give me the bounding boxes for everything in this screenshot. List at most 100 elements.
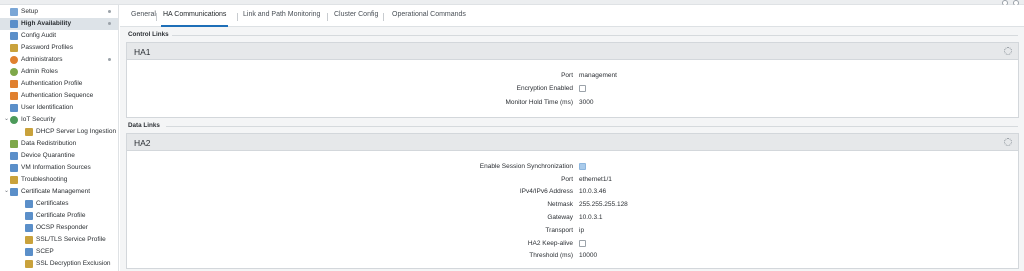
ha2-panel: HA2 Enable Session Synchronization Port … xyxy=(126,133,1019,269)
sidebar-item-label: SCEP xyxy=(36,248,54,256)
ha2-keep-alive-checkbox[interactable] xyxy=(579,240,586,247)
ha1-encryption-label: Encryption Enabled xyxy=(516,85,573,92)
ha1-panel-header: HA1 xyxy=(127,43,1018,60)
sidebar-item-label: SSL Decryption Exclusion xyxy=(36,260,111,268)
ocsp-responder-icon xyxy=(25,223,33,232)
data-links-section-label: Data Links xyxy=(128,122,160,129)
device-sidebar: Setup High Availability Config Audit Pas… xyxy=(0,5,119,271)
sidebar-item-data-redistribution[interactable]: Data Redistribution xyxy=(0,138,118,150)
iot-security-icon xyxy=(10,115,18,124)
setup-icon xyxy=(10,7,18,16)
ha2-address-label: IPv4/IPv6 Address xyxy=(519,188,573,195)
authentication-icon xyxy=(10,79,18,88)
sidebar-item-administrators[interactable]: Administrators xyxy=(0,54,118,66)
ha2-gateway-label: Gateway xyxy=(547,214,573,221)
sidebar-item-label: Troubleshooting xyxy=(21,176,68,184)
sidebar-item-ssl-tls-service-profile[interactable]: SSL/TLS Service Profile xyxy=(0,234,118,246)
sidebar-item-label: SSL/TLS Service Profile xyxy=(36,236,106,244)
sidebar-resize-handle[interactable]: ⋮ xyxy=(116,258,118,266)
vm-information-icon xyxy=(10,163,18,172)
sidebar-item-label: IoT Security xyxy=(21,116,56,124)
sidebar-item-label: VM Information Sources xyxy=(21,164,91,172)
status-dot xyxy=(108,58,111,61)
status-dot xyxy=(108,22,111,25)
sidebar-item-label: Password Profiles xyxy=(21,44,74,52)
ha1-port-label: Port xyxy=(561,72,573,79)
ha2-gateway-value: 10.0.3.1 xyxy=(579,214,603,221)
sidebar-item-label: Authentication Sequence xyxy=(21,92,94,100)
sidebar-item-authentication-profile[interactable]: Authentication Profile xyxy=(0,78,118,90)
config-audit-icon xyxy=(10,31,18,40)
sidebar-item-label: High Availability xyxy=(21,20,72,28)
tab-cluster-config[interactable]: Cluster Config xyxy=(332,11,380,27)
sidebar-item-certificates[interactable]: Certificates xyxy=(0,198,118,210)
tab-divider xyxy=(237,13,238,21)
ha1-port-value: management xyxy=(579,72,617,79)
sidebar-item-device-quarantine[interactable]: Device Quarantine xyxy=(0,150,118,162)
sidebar-item-scep[interactable]: SCEP xyxy=(0,246,118,258)
user-icon xyxy=(10,55,18,64)
certificate-management-icon xyxy=(10,187,18,196)
tab-ha-communications[interactable]: HA Communications xyxy=(161,11,229,27)
certificate-profile-icon xyxy=(25,211,33,220)
sidebar-item-label: Data Redistribution xyxy=(21,140,77,148)
scep-icon xyxy=(25,247,33,256)
ha2-panel-title: HA2 xyxy=(134,138,151,148)
gear-icon[interactable] xyxy=(1004,47,1012,55)
tab-operational-commands[interactable]: Operational Commands xyxy=(390,11,468,27)
sidebar-item-certificate-management[interactable]: Certificate Management xyxy=(0,186,118,198)
sidebar-item-label: Certificates xyxy=(36,200,69,208)
lock-icon xyxy=(25,259,33,268)
lock-icon xyxy=(25,235,33,244)
tab-divider xyxy=(327,13,328,21)
sidebar-item-troubleshooting[interactable]: Troubleshooting xyxy=(0,174,118,186)
sidebar-item-dhcp-server-log-ingestion[interactable]: DHCP Server Log Ingestion xyxy=(0,126,118,138)
ha2-transport-label: Transport xyxy=(545,227,573,234)
sidebar-item-iot-security[interactable]: IoT Security xyxy=(0,114,118,126)
ha2-session-sync-checkbox[interactable] xyxy=(579,163,586,170)
sidebar-item-vm-information-sources[interactable]: VM Information Sources xyxy=(0,162,118,174)
ha2-threshold-value: 10000 xyxy=(579,252,598,259)
sidebar-item-setup[interactable]: Setup xyxy=(0,6,118,18)
ha2-threshold-label: Threshold (ms) xyxy=(529,252,573,259)
device-quarantine-icon xyxy=(10,151,18,160)
sidebar-item-label: Device Quarantine xyxy=(21,152,75,160)
section-divider xyxy=(166,126,1018,127)
ha2-address-value: 10.0.3.46 xyxy=(579,188,607,195)
authentication-sequence-icon xyxy=(10,91,18,100)
sidebar-item-label: Admin Roles xyxy=(21,68,58,76)
main-content: General HA Communications Link and Path … xyxy=(120,5,1024,271)
sidebar-item-ocsp-responder[interactable]: OCSP Responder xyxy=(0,222,118,234)
gear-icon[interactable] xyxy=(1004,138,1012,146)
sidebar-item-high-availability[interactable]: High Availability xyxy=(0,18,118,30)
control-links-section-label: Control Links xyxy=(128,31,169,38)
tab-divider xyxy=(383,13,384,21)
sidebar-item-label: Administrators xyxy=(21,56,63,64)
sidebar-item-label: Certificate Management xyxy=(21,188,91,196)
tab-general[interactable]: General xyxy=(129,11,158,27)
sidebar-item-ssl-decryption-exclusion[interactable]: SSL Decryption Exclusion xyxy=(0,258,118,270)
sidebar-item-authentication-sequence[interactable]: Authentication Sequence xyxy=(0,90,118,102)
ha1-monitor-hold-time-label: Monitor Hold Time (ms) xyxy=(505,99,573,106)
data-redistribution-icon xyxy=(10,139,18,148)
tab-link-and-path-monitoring[interactable]: Link and Path Monitoring xyxy=(241,11,322,27)
tab-bar: General HA Communications Link and Path … xyxy=(120,5,1024,27)
dhcp-icon xyxy=(25,127,33,136)
sidebar-item-label: User Identification xyxy=(21,104,74,112)
ha2-session-sync-label: Enable Session Synchronization xyxy=(479,163,573,170)
sidebar-item-admin-roles[interactable]: Admin Roles xyxy=(0,66,118,78)
ha1-encryption-checkbox[interactable] xyxy=(579,85,586,92)
troubleshooting-icon xyxy=(10,175,18,184)
ha2-netmask-value: 255.255.255.128 xyxy=(579,201,628,208)
ha2-panel-header: HA2 xyxy=(127,134,1018,151)
sidebar-item-password-profiles[interactable]: Password Profiles xyxy=(0,42,118,54)
sidebar-item-certificate-profile[interactable]: Certificate Profile xyxy=(0,210,118,222)
ha1-panel-title: HA1 xyxy=(134,47,151,57)
sidebar-item-user-identification[interactable]: User Identification xyxy=(0,102,118,114)
sidebar-item-label: Authentication Profile xyxy=(21,80,83,88)
sidebar-item-config-audit[interactable]: Config Audit xyxy=(0,30,118,42)
ha1-panel: HA1 Port management Encryption Enabled M… xyxy=(126,42,1019,118)
sidebar-item-label: Config Audit xyxy=(21,32,57,40)
ha2-netmask-label: Netmask xyxy=(547,201,573,208)
tab-divider xyxy=(156,13,157,21)
